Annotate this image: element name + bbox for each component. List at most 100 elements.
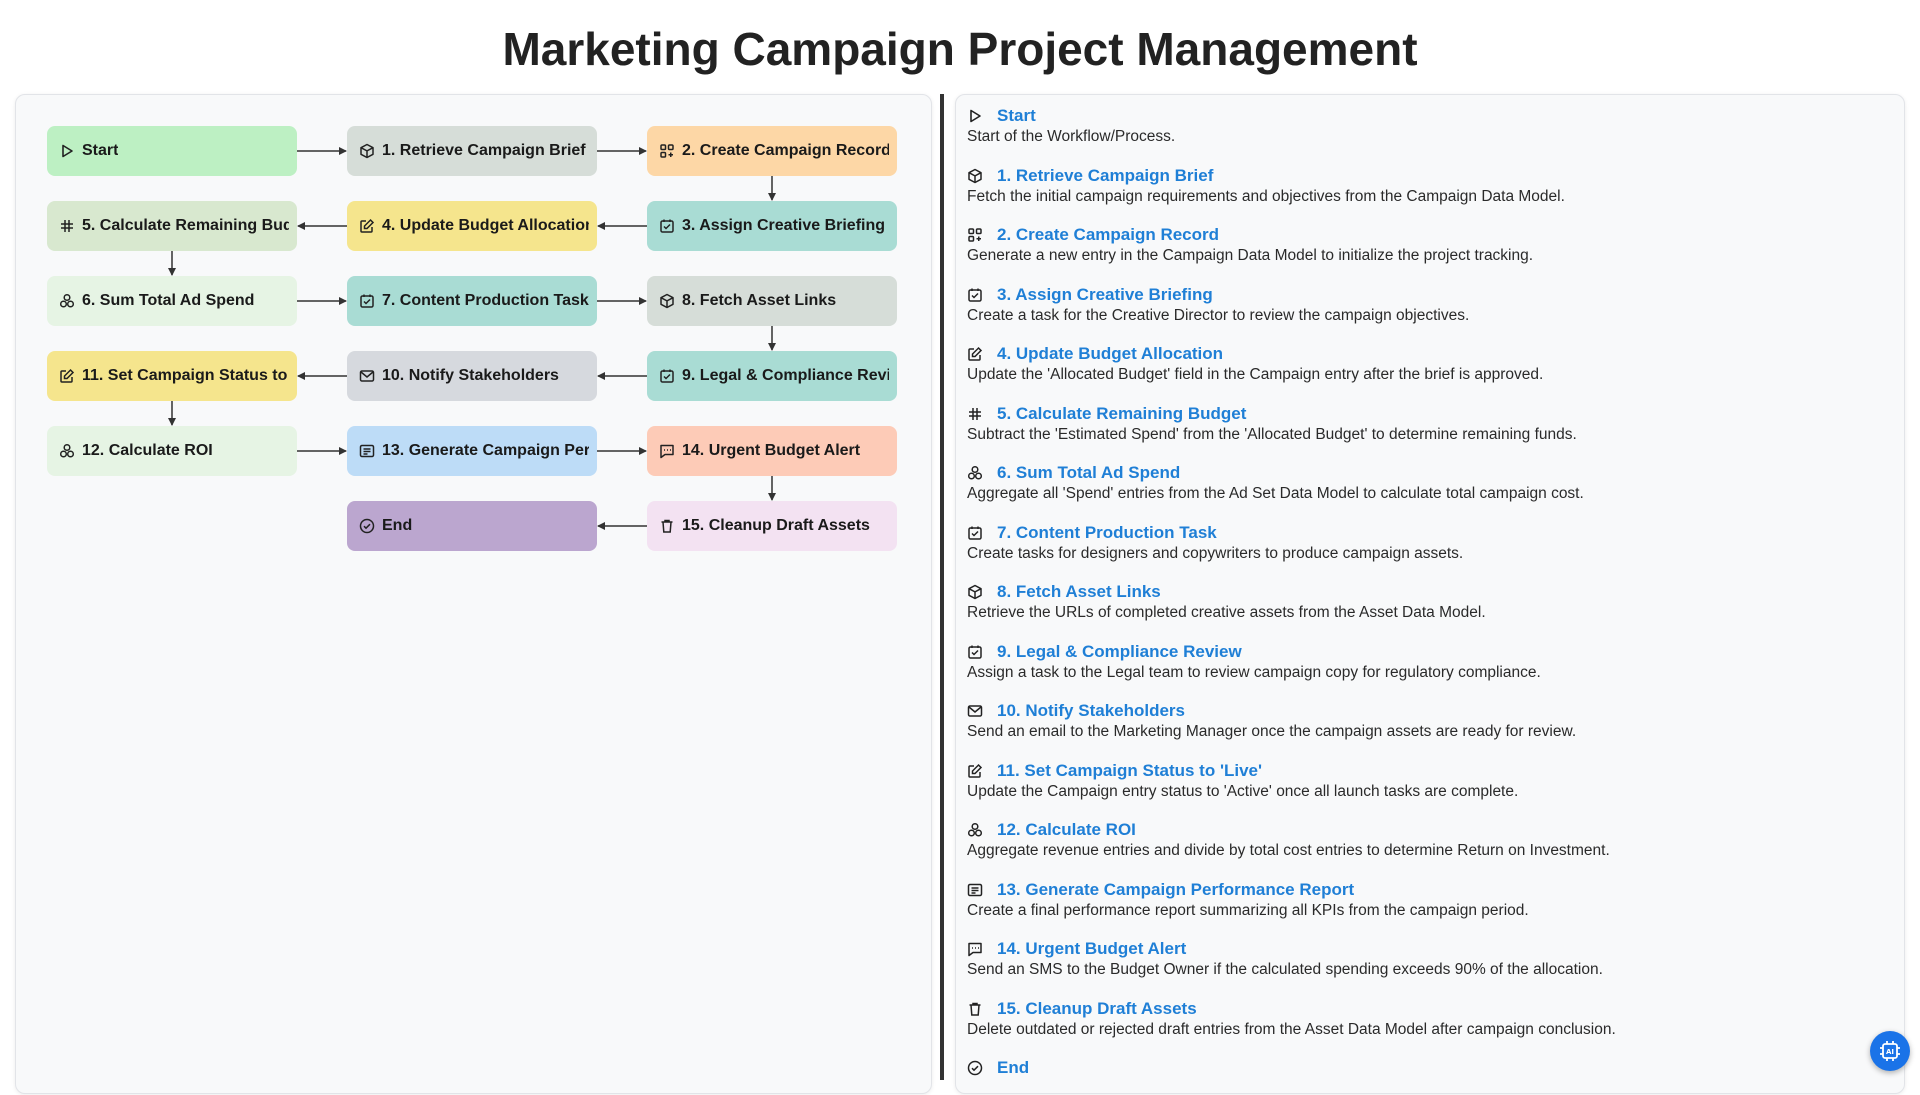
step-item: Start Start of the Workflow/Process. — [967, 105, 1892, 165]
aggregate-icon — [59, 443, 75, 459]
step-title-link[interactable]: 1. Retrieve Campaign Brief — [997, 166, 1213, 186]
step-header: Start — [967, 105, 1892, 127]
step-item: 15. Cleanup Draft Assets Delete outdated … — [967, 998, 1892, 1058]
ai-assistant-button[interactable]: AI — [1870, 1031, 1910, 1071]
node-label: 15. Cleanup Draft Assets — [682, 517, 870, 534]
node-n3[interactable]: 3. Assign Creative Briefing — [647, 201, 897, 251]
step-title-link[interactable]: 8. Fetch Asset Links — [997, 582, 1161, 602]
play-icon — [967, 108, 983, 124]
step-list-panel[interactable]: Start Start of the Workflow/Process. 1. Re… — [955, 94, 1905, 1094]
node-n7[interactable]: 7. Content Production Task — [347, 276, 597, 326]
step-description: Fetch the initial campaign requirements … — [967, 187, 1565, 205]
step-header: 2. Create Campaign Record — [967, 224, 1892, 246]
step-title-link[interactable]: 2. Create Campaign Record — [997, 225, 1219, 245]
step-header: 10. Notify Stakeholders — [967, 700, 1892, 722]
node-n2[interactable]: 2. Create Campaign Record — [647, 126, 897, 176]
trash-icon — [967, 1001, 983, 1017]
step-title-link[interactable]: Start — [997, 106, 1036, 126]
node-n13[interactable]: 13. Generate Campaign Performance Report — [347, 426, 597, 476]
node-n10[interactable]: 10. Notify Stakeholders — [347, 351, 597, 401]
node-n9[interactable]: 9. Legal & Compliance Review — [647, 351, 897, 401]
check-circle-icon — [359, 518, 375, 534]
step-title-link[interactable]: 10. Notify Stakeholders — [997, 701, 1185, 721]
step-title-link[interactable]: 11. Set Campaign Status to 'Live' — [997, 761, 1262, 781]
cube-icon — [359, 143, 375, 159]
node-n8[interactable]: 8. Fetch Asset Links — [647, 276, 897, 326]
step-description: Send an email to the Marketing Manager o… — [967, 723, 1577, 740]
node-label: 7. Content Production Task — [382, 292, 589, 309]
step-title-link[interactable]: 6. Sum Total Ad Spend — [997, 463, 1180, 483]
step-item: 2. Create Campaign Record Generate a new … — [967, 224, 1892, 284]
play-icon — [59, 143, 75, 159]
checkbox-icon — [967, 525, 983, 541]
node-n14[interactable]: 14. Urgent Budget Alert — [647, 426, 897, 476]
node-label: 14. Urgent Budget Alert — [682, 442, 861, 459]
step-item: 8. Fetch Asset Links Retrieve the URLs of… — [967, 581, 1892, 641]
node-n5[interactable]: 5. Calculate Remaining Budget — [47, 201, 297, 251]
step-item: 12. Calculate ROI Aggregate revenue entri… — [967, 819, 1892, 879]
step-title-link[interactable]: 14. Urgent Budget Alert — [997, 939, 1186, 959]
hash-icon — [967, 406, 983, 422]
step-description: Generate a new entry in the Campaign Dat… — [967, 247, 1534, 264]
node-label: 9. Legal & Compliance Review — [682, 367, 889, 384]
edit-icon — [59, 368, 75, 384]
step-title-link[interactable]: 5. Calculate Remaining Budget — [997, 404, 1246, 424]
edit-icon — [967, 763, 983, 779]
node-label: 11. Set Campaign Status to 'Live' — [82, 367, 289, 384]
step-item: 3. Assign Creative Briefing Create a task… — [967, 284, 1892, 344]
step-item: 1. Retrieve Campaign Brief Fetch the init… — [967, 165, 1892, 225]
step-item: 9. Legal & Compliance Review Assign a tas… — [967, 641, 1892, 701]
report-icon — [359, 443, 375, 459]
step-title-link[interactable]: 7. Content Production Task — [997, 523, 1217, 543]
step-header: 11. Set Campaign Status to 'Live' — [967, 760, 1892, 782]
checkbox-icon — [967, 287, 983, 303]
page-title: Marketing Campaign Project Management — [502, 23, 1418, 75]
node-n1[interactable]: 1. Retrieve Campaign Brief — [347, 126, 597, 176]
step-title-link[interactable]: 3. Assign Creative Briefing — [997, 285, 1213, 305]
step-header: 6. Sum Total Ad Spend — [967, 462, 1892, 484]
node-n11[interactable]: 11. Set Campaign Status to 'Live' — [47, 351, 297, 401]
step-description: Delete outdated or rejected draft entrie… — [967, 1020, 1616, 1038]
step-item: 13. Generate Campaign Performance Report… — [967, 879, 1892, 939]
node-n4[interactable]: 4. Update Budget Allocation — [347, 201, 597, 251]
aggregate-icon — [967, 822, 983, 838]
step-description: Update the Campaign entry status to 'Act… — [967, 782, 1519, 800]
node-n6[interactable]: 6. Sum Total Ad Spend — [47, 276, 297, 326]
mail-icon — [359, 368, 375, 384]
node-label: Start — [82, 142, 119, 159]
step-item: 11. Set Campaign Status to 'Live' Update … — [967, 760, 1892, 820]
node-n12[interactable]: 12. Calculate ROI — [47, 426, 297, 476]
step-title-link[interactable]: 12. Calculate ROI — [997, 820, 1136, 840]
workflow-canvas[interactable]: Start 1. Retrieve Campaign Brief 2. Create… — [15, 94, 932, 1094]
node-label: 13. Generate Campaign Performance Report — [382, 442, 589, 459]
step-title-link[interactable]: 15. Cleanup Draft Assets — [997, 999, 1197, 1019]
node-n15[interactable]: 15. Cleanup Draft Assets — [647, 501, 897, 551]
step-header: 8. Fetch Asset Links — [967, 581, 1892, 603]
step-title-link[interactable]: End — [997, 1058, 1029, 1078]
ai-chip-icon: AI — [1878, 1039, 1902, 1063]
step-item: 14. Urgent Budget Alert Send an SMS to th… — [967, 938, 1892, 998]
node-start[interactable]: Start — [47, 126, 297, 176]
hash-icon — [59, 218, 75, 234]
node-label: End — [382, 517, 413, 534]
step-item: 5. Calculate Remaining Budget Subtract th… — [967, 403, 1892, 463]
step-item: End — [967, 1057, 1892, 1093]
step-header: 1. Retrieve Campaign Brief — [967, 165, 1892, 187]
step-description: Create a final performance report summar… — [967, 901, 1529, 919]
step-title-link[interactable]: 4. Update Budget Allocation — [997, 344, 1223, 364]
edit-icon — [359, 218, 375, 234]
mail-icon — [967, 703, 983, 719]
step-title-link[interactable]: 9. Legal & Compliance Review — [997, 642, 1242, 662]
step-header: 12. Calculate ROI — [967, 819, 1892, 841]
step-description: Aggregate revenue entries and divide by … — [967, 842, 1610, 859]
step-title-link[interactable]: 13. Generate Campaign Performance Report — [997, 880, 1354, 900]
step-description: Aggregate all 'Spend' entries from the A… — [967, 485, 1584, 502]
node-label: 8. Fetch Asset Links — [682, 292, 837, 309]
step-description: Create a task for the Creative Director … — [967, 306, 1470, 324]
step-header: 7. Content Production Task — [967, 522, 1892, 544]
svg-text:AI: AI — [1886, 1048, 1894, 1056]
node-end[interactable]: End — [347, 501, 597, 551]
node-label: 2. Create Campaign Record — [682, 142, 889, 159]
grid-plus-icon — [659, 143, 675, 159]
panel-splitter[interactable] — [940, 94, 944, 1080]
